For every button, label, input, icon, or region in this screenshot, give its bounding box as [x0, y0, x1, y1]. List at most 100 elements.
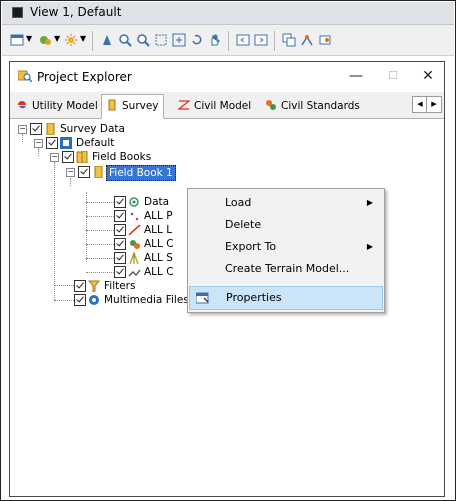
project-explorer-title: Project Explorer — [37, 70, 132, 84]
clip-volume-icon[interactable] — [318, 33, 332, 47]
tab-survey[interactable]: Survey — [101, 94, 164, 119]
lines-icon — [128, 224, 141, 236]
menu-item-delete[interactable]: Delete — [188, 214, 382, 236]
data-icon — [129, 197, 139, 207]
tree-node-all-points[interactable]: ALL P — [114, 209, 194, 223]
visibility-checkbox[interactable] — [114, 224, 126, 236]
explorer-tabs: Utility Model Survey Civil Model Civil S… — [10, 92, 444, 119]
dropdown-arrow-icon[interactable]: ▼ — [26, 34, 32, 43]
copy-view-icon[interactable] — [282, 33, 296, 47]
visibility-checkbox[interactable] — [114, 210, 126, 222]
collapse-toggle[interactable]: − — [18, 125, 27, 134]
dropdown-arrow-icon[interactable]: ▼ — [54, 34, 60, 43]
toolbar-separator — [92, 31, 93, 51]
tree-line — [86, 258, 114, 259]
maximize-button[interactable]: ☐ — [380, 65, 406, 87]
tree-node-all-setups[interactable]: ALL S — [114, 251, 194, 265]
tree-node-all-chains[interactable]: ALL C — [114, 265, 194, 279]
tree-line — [86, 216, 114, 217]
dropdown-arrow-icon[interactable]: ▼ — [80, 34, 86, 43]
toolbar-separator — [274, 31, 275, 51]
tree-line — [86, 230, 114, 231]
menu-item-load[interactable]: Load ▶ — [188, 192, 382, 214]
tree-node-field-book-1[interactable]: − Field Book 1 — [66, 165, 266, 181]
tab-civil-standards[interactable]: Civil Standards — [265, 96, 360, 116]
tab-civil-model[interactable]: Civil Model — [178, 96, 251, 116]
rotate-view-icon[interactable] — [190, 33, 204, 47]
tree-node-filters[interactable]: Filters — [74, 279, 194, 293]
visibility-checkbox[interactable] — [114, 266, 126, 278]
tree-node-field-books[interactable]: − Field Books — [50, 150, 250, 164]
setup-icon — [129, 252, 139, 264]
collapse-toggle[interactable]: − — [66, 168, 75, 177]
view-title: View 1, Default — [30, 5, 122, 19]
tree-line — [86, 272, 114, 273]
civil-standards-icon — [266, 100, 276, 110]
tree-node-default[interactable]: − Default — [34, 136, 234, 150]
collapse-toggle[interactable]: − — [34, 139, 43, 148]
tree-node-all-controls[interactable]: ALL C — [114, 237, 194, 251]
points-icon — [130, 212, 139, 221]
close-button[interactable]: ✕ — [415, 65, 441, 87]
tree-node-all-lines[interactable]: ALL L — [114, 223, 194, 237]
lighting-icon[interactable] — [64, 33, 78, 47]
tab-utility-model[interactable]: Utility Model — [16, 96, 98, 116]
application-window: View 1, Default ▼ ▼ ▼ Project Explorer —… — [0, 0, 456, 501]
view-toolbar: ▼ ▼ ▼ — [2, 25, 454, 56]
tree-line — [54, 162, 55, 300]
project-explorer-icon — [18, 70, 32, 82]
tree-line — [54, 285, 74, 286]
properties-icon — [196, 292, 209, 304]
menu-item-export-to[interactable]: Export To ▶ — [188, 236, 382, 258]
project-explorer-title-bar[interactable]: Project Explorer — ☐ ✕ — [10, 62, 444, 92]
fit-view-icon[interactable] — [172, 33, 186, 47]
control-icon — [130, 240, 140, 249]
survey-icon — [108, 99, 116, 111]
zoom-in-icon[interactable] — [118, 33, 132, 47]
visibility-checkbox[interactable] — [62, 151, 74, 163]
tree-node-data[interactable]: Data — [114, 195, 194, 209]
tree-line — [70, 178, 71, 186]
visibility-checkbox[interactable] — [74, 294, 86, 306]
utility-model-icon — [18, 101, 26, 109]
tree-line — [54, 300, 74, 301]
civil-model-icon — [178, 100, 190, 110]
window-area-icon[interactable] — [154, 33, 168, 47]
display-style-icon[interactable] — [38, 33, 52, 47]
visibility-checkbox[interactable] — [78, 166, 90, 178]
selected-node-label: Field Book 1 — [106, 165, 176, 181]
visibility-checkbox[interactable] — [74, 280, 86, 292]
chain-icon — [128, 269, 141, 277]
update-view-icon[interactable] — [100, 33, 114, 47]
submenu-arrow-icon: ▶ — [366, 198, 373, 207]
filter-icon — [88, 280, 101, 292]
view-next-icon[interactable] — [254, 33, 268, 47]
zoom-out-icon[interactable] — [136, 33, 150, 47]
visibility-checkbox[interactable] — [30, 123, 42, 135]
multimedia-icon — [89, 295, 99, 305]
toolbar-separator — [228, 31, 229, 51]
menu-item-properties[interactable]: Properties — [189, 286, 383, 310]
view-previous-icon[interactable] — [236, 33, 250, 47]
submenu-arrow-icon: ▶ — [366, 242, 373, 251]
tree-node-survey-data[interactable]: − Survey Data — [18, 122, 218, 136]
tree-line — [86, 244, 114, 245]
view-title-bar[interactable]: View 1, Default — [2, 2, 454, 25]
view-icon — [12, 7, 23, 18]
menu-item-create-terrain-model[interactable]: Create Terrain Model... — [188, 258, 382, 280]
model-icon — [60, 137, 72, 149]
field-book-icon — [94, 166, 103, 178]
collapse-toggle[interactable]: − — [50, 153, 59, 162]
camera-icon[interactable] — [300, 33, 314, 47]
context-menu: Load ▶ Delete Export To ▶ Create Terrain… — [187, 188, 385, 313]
tree-line — [86, 202, 114, 203]
minimize-button[interactable]: — — [343, 65, 369, 87]
visibility-checkbox[interactable] — [46, 137, 58, 149]
tab-scroll-right-button[interactable]: ▶ — [426, 96, 442, 113]
visibility-checkbox[interactable] — [114, 196, 126, 208]
view-attributes-icon[interactable] — [10, 33, 24, 47]
visibility-checkbox[interactable] — [114, 238, 126, 250]
visibility-checkbox[interactable] — [114, 252, 126, 264]
pan-view-icon[interactable] — [208, 33, 222, 47]
survey-data-icon — [46, 123, 55, 135]
